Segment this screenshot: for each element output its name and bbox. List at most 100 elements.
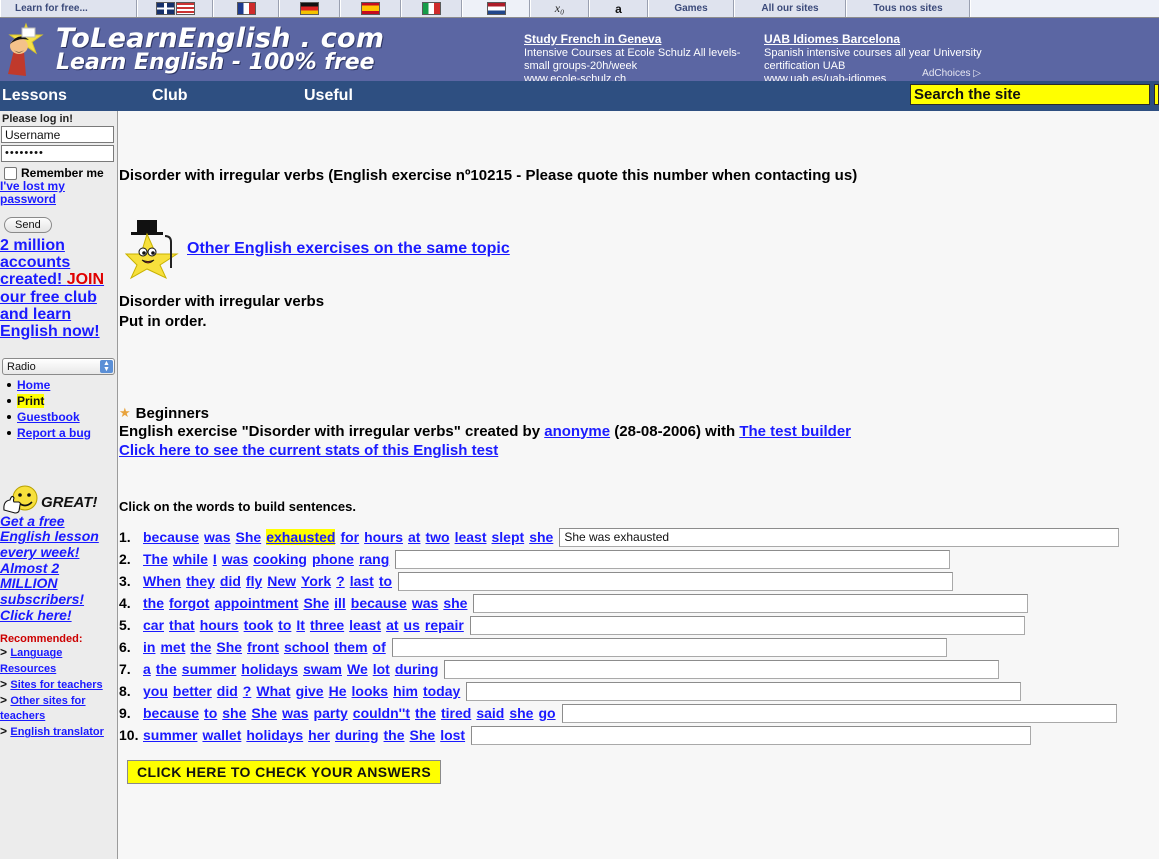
word-choice[interactable]: The (143, 551, 168, 567)
word-choice[interactable]: ? (243, 683, 252, 699)
recommended-link-english-translator[interactable]: English translator (10, 726, 104, 738)
word-choice[interactable]: said (476, 705, 504, 721)
word-choice[interactable]: appointment (214, 595, 298, 611)
word-choice[interactable]: two (425, 529, 449, 545)
tab-learn-for-free[interactable]: Learn for free... (0, 0, 137, 17)
ad-study-french[interactable]: Study French in Geneva Intensive Courses… (524, 32, 764, 85)
answer-input[interactable] (395, 549, 951, 569)
word-choice[interactable]: last (350, 573, 374, 589)
search-input[interactable]: Search the site (910, 84, 1150, 105)
word-choice[interactable]: It (296, 617, 305, 633)
ad-title[interactable]: Study French in Geneva (524, 32, 764, 47)
word-choice[interactable]: York (301, 573, 331, 589)
answer-input[interactable] (466, 681, 1022, 701)
word-choice[interactable]: front (247, 639, 279, 655)
word-choice[interactable]: during (335, 727, 379, 743)
nav-item-useful[interactable]: Useful (304, 87, 353, 105)
word-choice[interactable]: She (303, 595, 329, 611)
recommended-link-sites-for-teachers[interactable]: Sites for teachers (10, 679, 102, 691)
word-choice[interactable]: the (156, 661, 177, 677)
word-choice[interactable]: phone (312, 551, 354, 567)
word-choice[interactable]: was (412, 595, 438, 611)
sidebar-item-report-a-bug[interactable]: Report a bug (17, 426, 91, 440)
answer-input[interactable] (471, 725, 1032, 745)
word-choice[interactable]: give (296, 683, 324, 699)
word-choice[interactable]: the (384, 727, 405, 743)
word-choice[interactable]: during (395, 661, 439, 677)
word-choice[interactable]: summer (143, 727, 197, 743)
word-choice[interactable]: We (347, 661, 368, 677)
word-choice[interactable]: New (267, 573, 296, 589)
word-choice[interactable]: party (314, 705, 348, 721)
answer-input[interactable]: She was exhausted (559, 527, 1120, 547)
word-choice[interactable]: she (509, 705, 533, 721)
tab-spanish[interactable] (340, 0, 401, 17)
word-choice[interactable]: to (278, 617, 291, 633)
word-choice[interactable]: She (236, 529, 262, 545)
answer-input[interactable] (561, 703, 1117, 723)
answer-input[interactable] (473, 593, 1029, 613)
answer-input[interactable] (398, 571, 954, 591)
word-choice[interactable]: She (410, 727, 436, 743)
word-choice[interactable]: she (222, 705, 246, 721)
answer-input[interactable] (469, 615, 1025, 635)
recommended-link-language-resources[interactable]: Language Resources (0, 647, 62, 675)
tab-tous-nos-sites[interactable]: Tous nos sites (846, 0, 970, 17)
word-choice[interactable]: was (282, 705, 308, 721)
word-choice[interactable]: hours (200, 617, 239, 633)
tab-italian[interactable] (401, 0, 462, 17)
remember-me-row[interactable]: Remember me (0, 166, 117, 180)
word-choice[interactable]: least (349, 617, 381, 633)
ad-title[interactable]: UAB Idiomes Barcelona (764, 32, 1004, 47)
word-choice[interactable]: lost (440, 727, 465, 743)
newsletter-link[interactable]: Get a free English lesson every week! Al… (0, 513, 117, 624)
word-choice[interactable]: was (204, 529, 230, 545)
tab-all-our-sites[interactable]: All our sites (734, 0, 846, 17)
word-choice[interactable]: repair (425, 617, 464, 633)
word-choice[interactable]: her (308, 727, 330, 743)
word-choice[interactable]: of (373, 639, 386, 655)
word-choice[interactable]: to (379, 573, 392, 589)
other-exercises-link[interactable]: Other English exercises on the same topi… (187, 240, 510, 258)
word-choice[interactable]: holidays (241, 661, 298, 677)
word-choice[interactable]: because (351, 595, 407, 611)
username-field[interactable]: Username (1, 126, 114, 143)
word-choice[interactable]: go (538, 705, 555, 721)
word-choice[interactable]: she (529, 529, 553, 545)
word-choice[interactable]: to (204, 705, 217, 721)
word-choice[interactable]: the (190, 639, 211, 655)
word-choice[interactable]: swam (303, 661, 342, 677)
recommended-link-other-sites-for-teachers[interactable]: Other sites for teachers (0, 695, 86, 723)
site-logo[interactable]: ToLearnEnglish . com Learn English - 100… (0, 18, 524, 81)
nav-item-lessons[interactable]: Lessons (0, 87, 152, 105)
word-choice[interactable]: holidays (246, 727, 303, 743)
word-choice[interactable]: She (251, 705, 277, 721)
word-choice[interactable]: cooking (253, 551, 307, 567)
word-choice[interactable]: I (213, 551, 217, 567)
word-choice[interactable]: three (310, 617, 344, 633)
stats-link[interactable]: Click here to see the current stats of t… (119, 442, 1159, 459)
word-choice[interactable]: couldn''t (353, 705, 410, 721)
adchoices-label[interactable]: AdChoices ▷ (922, 68, 981, 79)
send-button[interactable]: Send (4, 216, 52, 233)
word-choice[interactable]: rang (359, 551, 389, 567)
word-choice[interactable]: for (340, 529, 359, 545)
test-builder-link[interactable]: The test builder (739, 423, 851, 440)
word-choice[interactable]: because (143, 529, 199, 545)
chevron-updown-icon[interactable]: ▲ ▼ (100, 360, 113, 374)
word-choice[interactable]: she (443, 595, 467, 611)
word-choice[interactable]: exhausted (266, 529, 336, 546)
word-choice[interactable]: fly (246, 573, 262, 589)
word-choice[interactable]: at (386, 617, 398, 633)
radio-select[interactable]: Radio ▲ ▼ (2, 358, 115, 376)
tab-german[interactable] (279, 0, 340, 17)
word-choice[interactable]: least (455, 529, 487, 545)
word-choice[interactable]: looks (352, 683, 389, 699)
list-item[interactable]: Report a bug (6, 426, 117, 442)
word-choice[interactable]: slept (492, 529, 525, 545)
word-choice[interactable]: lot (373, 661, 390, 677)
answer-input[interactable] (391, 637, 947, 657)
sidebar-item-home[interactable]: Home (17, 378, 50, 392)
word-choice[interactable]: was (222, 551, 248, 567)
list-item[interactable]: Guestbook (6, 410, 117, 426)
